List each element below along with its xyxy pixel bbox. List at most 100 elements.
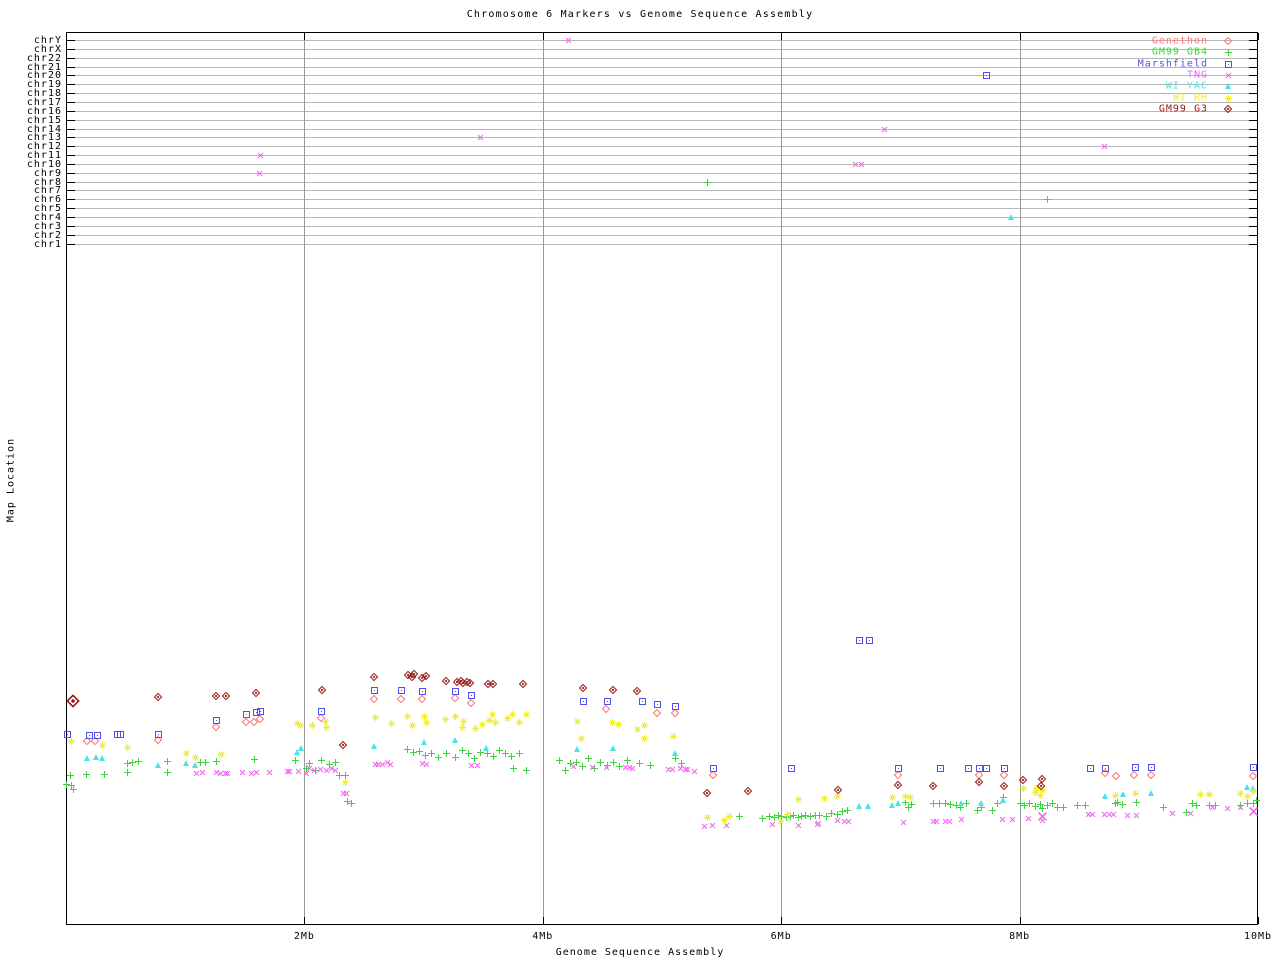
data-point-marker [155, 731, 162, 738]
data-point-marker [759, 815, 766, 822]
data-point-marker [1132, 790, 1139, 797]
data-point-marker [1060, 804, 1067, 811]
axis-tick-right [1249, 66, 1257, 68]
chromosome-label: chr1 [33, 238, 62, 250]
data-point-marker [67, 772, 74, 779]
axis-tick-right [1249, 217, 1257, 218]
data-point-marker [452, 688, 459, 695]
data-point-marker [155, 762, 161, 768]
data-point-marker [428, 750, 435, 757]
data-point-marker [297, 722, 304, 729]
data-point-marker [468, 692, 475, 699]
data-point-marker [895, 765, 902, 772]
data-point-marker [94, 732, 101, 739]
data-point-marker [704, 814, 711, 821]
x-tick-label: 2Mb [293, 931, 315, 942]
axis-tick-left [67, 163, 75, 165]
data-point-marker [856, 637, 863, 644]
data-point-marker [472, 725, 479, 732]
axis-tick-right [1249, 172, 1257, 174]
axis-tick-left [67, 137, 75, 139]
data-point-marker [516, 750, 523, 757]
axis-tick-left [67, 234, 75, 236]
data-point-marker [1112, 792, 1119, 799]
data-point-marker [710, 765, 717, 772]
data-point-marker [124, 769, 131, 776]
axis-tick-right [1249, 48, 1257, 50]
axis-tick-left [67, 181, 75, 183]
data-point-marker [1250, 788, 1257, 795]
plot-border [66, 32, 1258, 925]
data-point-marker [556, 757, 563, 764]
data-point-marker [83, 771, 90, 778]
axis-tick-left [67, 155, 75, 157]
data-point-marker [419, 688, 426, 695]
legend-label: GM99 GB4 [1151, 46, 1208, 58]
axis-tick-left [67, 243, 75, 245]
axis-tick-bottom [542, 917, 544, 924]
data-point-marker [866, 637, 873, 644]
data-point-marker [1160, 804, 1167, 811]
data-point-marker [865, 803, 871, 809]
axis-tick-right [1249, 84, 1257, 86]
legend-label: WI RH [1172, 92, 1208, 103]
data-point-marker [639, 698, 646, 705]
data-point-marker [654, 701, 661, 708]
data-point-marker [371, 687, 378, 694]
axis-tick-top [1258, 33, 1259, 40]
data-point-marker [251, 756, 258, 763]
data-point-marker [70, 786, 77, 793]
data-point-marker [889, 794, 896, 801]
data-point-marker [124, 744, 131, 751]
data-point-marker [452, 754, 459, 761]
data-point-marker [323, 724, 330, 731]
data-point-marker [86, 732, 93, 739]
data-point-marker [907, 794, 914, 801]
data-point-marker [1044, 196, 1051, 203]
data-point-marker [1206, 791, 1213, 798]
data-point-marker [348, 800, 355, 807]
data-point-marker [164, 758, 171, 765]
data-point-marker [585, 755, 592, 762]
data-point-marker [1008, 214, 1014, 220]
axis-tick-right [1249, 119, 1257, 121]
data-point-marker [99, 755, 105, 761]
x-axis-label: Genome Sequence Assembly [555, 947, 725, 958]
data-point-marker [372, 714, 379, 721]
data-point-marker [183, 750, 190, 757]
data-point-marker [192, 754, 199, 761]
data-point-marker [736, 813, 743, 820]
data-point-marker [1197, 791, 1204, 798]
data-point-marker [672, 703, 679, 710]
data-point-marker [578, 735, 585, 742]
data-point-marker [1020, 785, 1027, 792]
axis-tick-right [1249, 181, 1257, 183]
data-point-marker [580, 698, 587, 705]
axis-tick-bottom [781, 917, 783, 924]
data-point-marker [1001, 765, 1008, 772]
axis-tick-right [1249, 225, 1257, 227]
data-point-marker [342, 779, 349, 786]
data-point-marker [398, 687, 405, 694]
data-point-marker [213, 758, 220, 765]
data-point-marker [492, 719, 499, 726]
data-point-marker [844, 807, 851, 814]
data-point-marker [523, 711, 530, 718]
data-point-marker [965, 765, 972, 772]
axis-tick-left [67, 146, 75, 148]
axis-tick-left [67, 208, 75, 210]
axis-tick-left [67, 172, 75, 174]
data-point-marker [726, 813, 733, 820]
axis-tick-left [67, 119, 75, 121]
data-point-marker [983, 765, 990, 772]
data-point-marker [164, 769, 171, 776]
data-point-marker [958, 800, 964, 806]
axis-tick-right [1249, 146, 1257, 148]
axis-tick-bottom [1258, 917, 1259, 924]
axis-tick-right [1249, 75, 1257, 77]
data-point-marker [634, 726, 641, 733]
data-point-marker [421, 739, 427, 745]
data-point-marker [795, 796, 802, 803]
data-point-marker [1119, 801, 1126, 808]
axis-tick-left [67, 225, 75, 227]
